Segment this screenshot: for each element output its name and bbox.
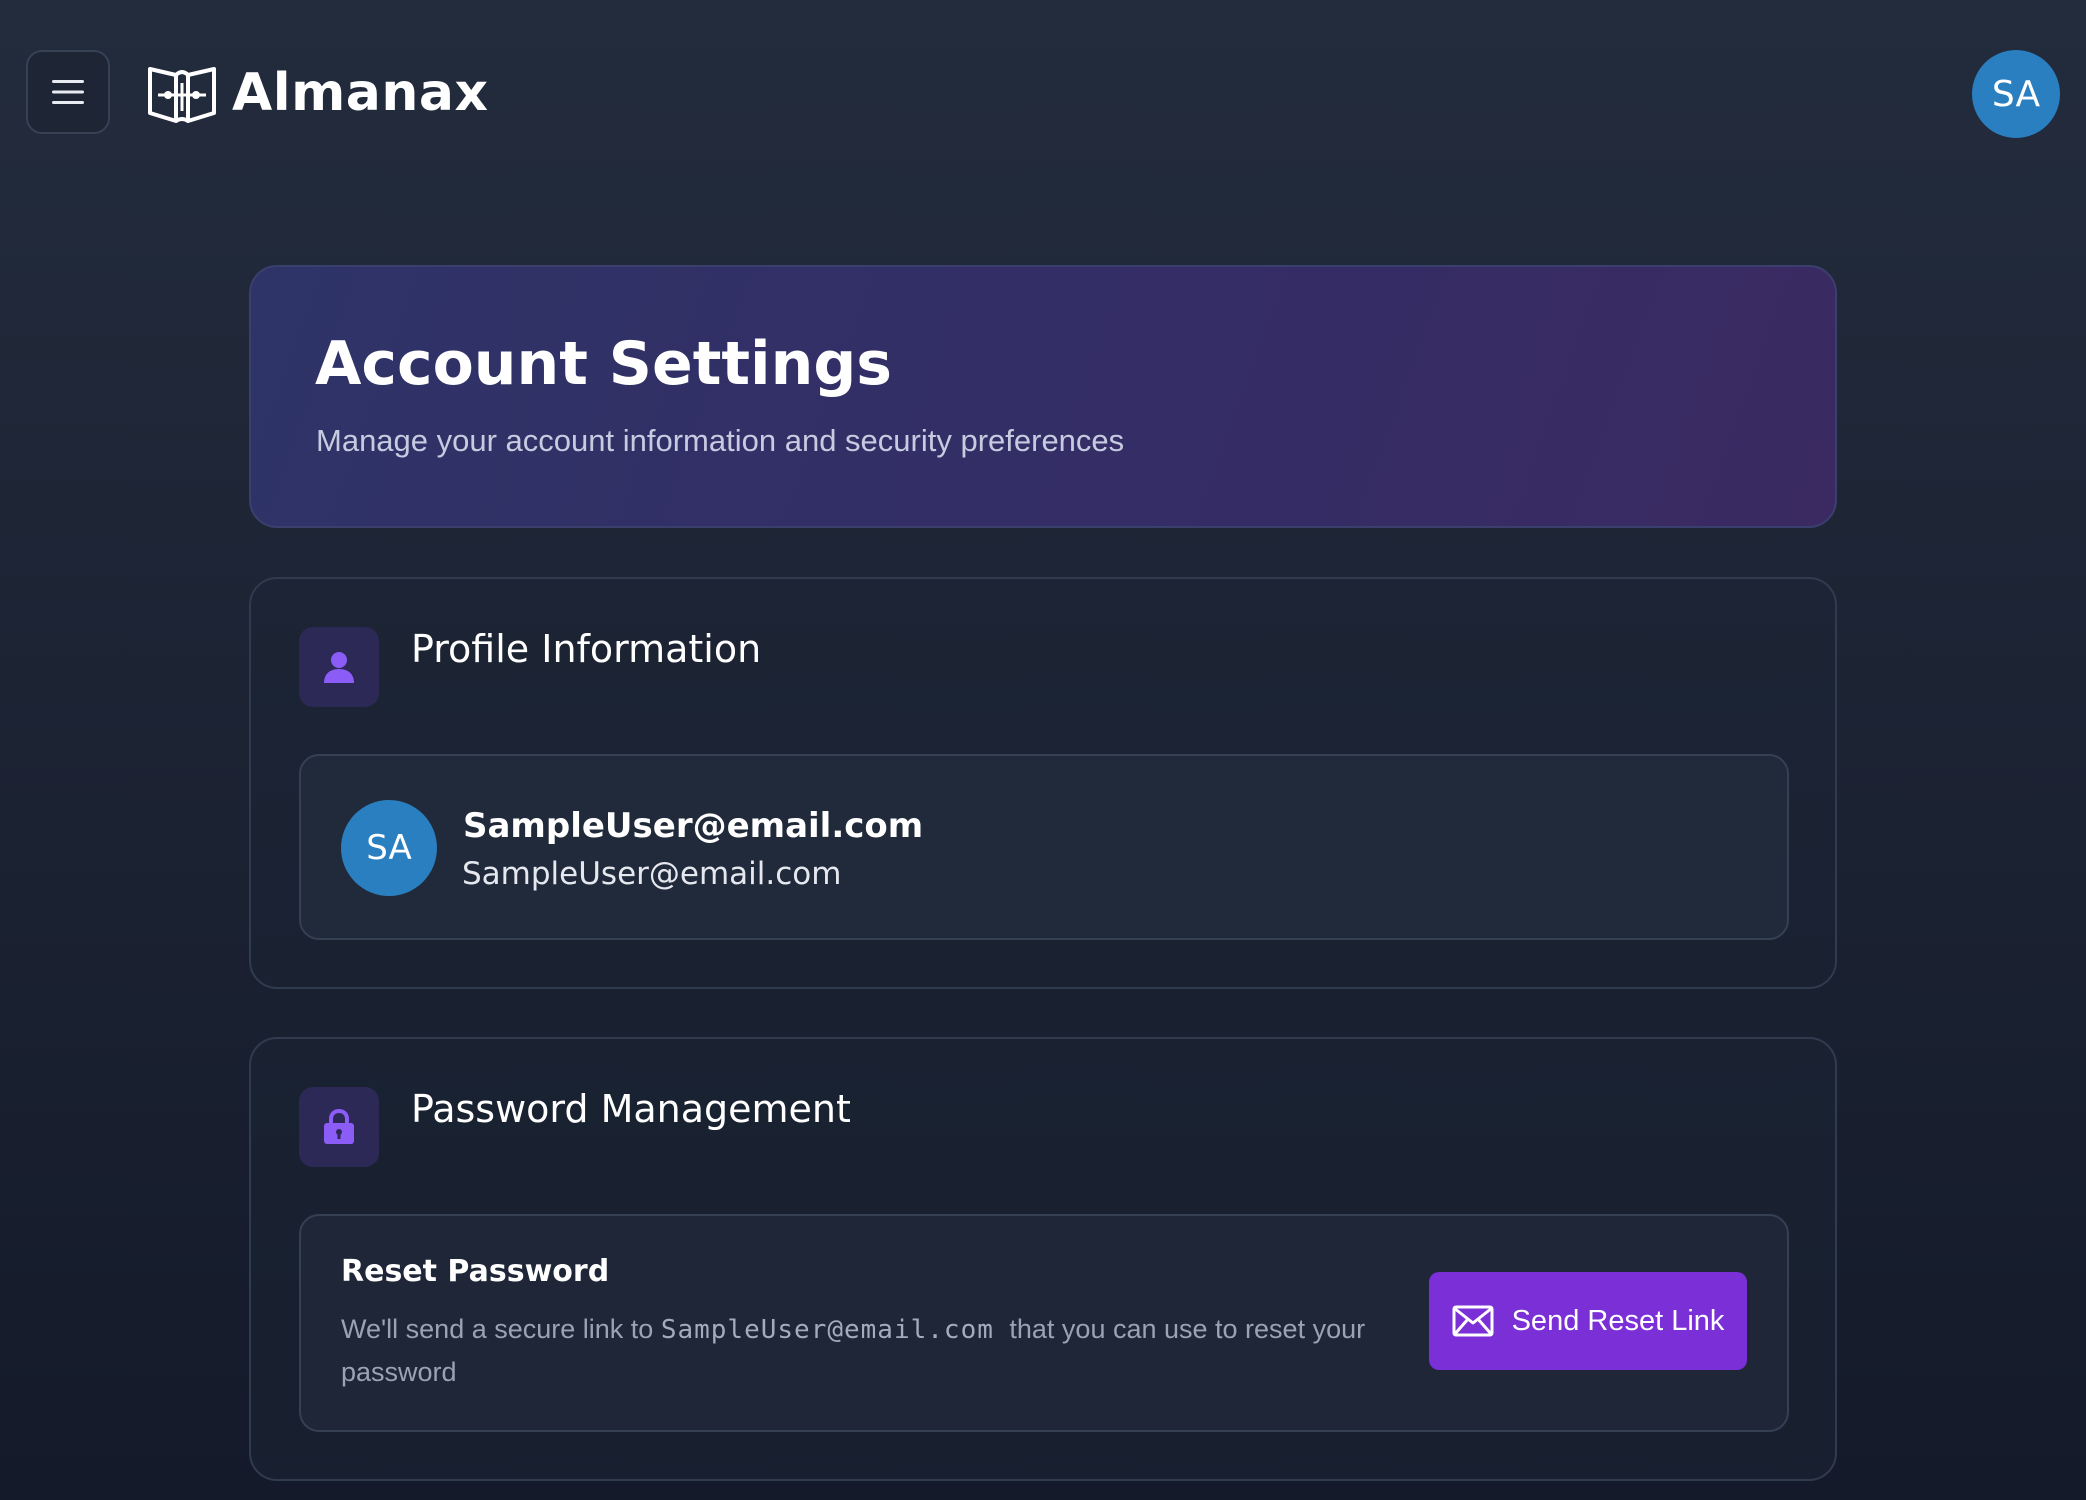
password-section-icon — [299, 1087, 379, 1167]
reset-desc-before: We'll send a secure link to — [341, 1314, 661, 1344]
lock-icon — [324, 1108, 354, 1144]
hamburger-menu-icon — [52, 80, 84, 104]
reset-password-title: Reset Password — [341, 1254, 610, 1289]
send-reset-link-button[interactable]: Send Reset Link — [1429, 1272, 1747, 1370]
profile-summary: SA SampleUser@email.com SampleUser@email… — [299, 754, 1789, 940]
reset-password-panel: Reset Password We'll send a secure link … — [299, 1214, 1789, 1432]
top-bar: Almanax SA — [0, 0, 2086, 190]
page-title: Account Settings — [315, 329, 893, 399]
user-icon — [324, 652, 354, 683]
reset-password-description: We'll send a secure link to SampleUser@e… — [341, 1308, 1381, 1393]
account-settings-header: Account Settings Manage your account inf… — [249, 265, 1837, 528]
mail-icon — [1452, 1305, 1494, 1337]
profile-email: SampleUser@email.com — [462, 856, 842, 892]
profile-information-card: Profile Information SA SampleUser@email.… — [249, 577, 1837, 989]
user-avatar-button[interactable]: SA — [1972, 50, 2060, 138]
brand-logo[interactable]: Almanax — [144, 58, 489, 128]
profile-section-title: Profile Information — [411, 627, 762, 671]
password-management-card: Password Management Reset Password We'll… — [249, 1037, 1837, 1481]
page-subtitle: Manage your account information and secu… — [316, 423, 1125, 458]
menu-button[interactable] — [26, 50, 110, 134]
avatar: SA — [341, 800, 437, 896]
reset-desc-email: SampleUser@email.com — [660, 1315, 994, 1345]
brand-name: Almanax — [232, 63, 489, 123]
profile-display-name: SampleUser@email.com — [463, 806, 924, 846]
password-section-title: Password Management — [411, 1087, 851, 1131]
book-map-icon — [148, 67, 216, 123]
send-reset-link-label: Send Reset Link — [1511, 1304, 1725, 1337]
profile-section-icon — [299, 627, 379, 707]
